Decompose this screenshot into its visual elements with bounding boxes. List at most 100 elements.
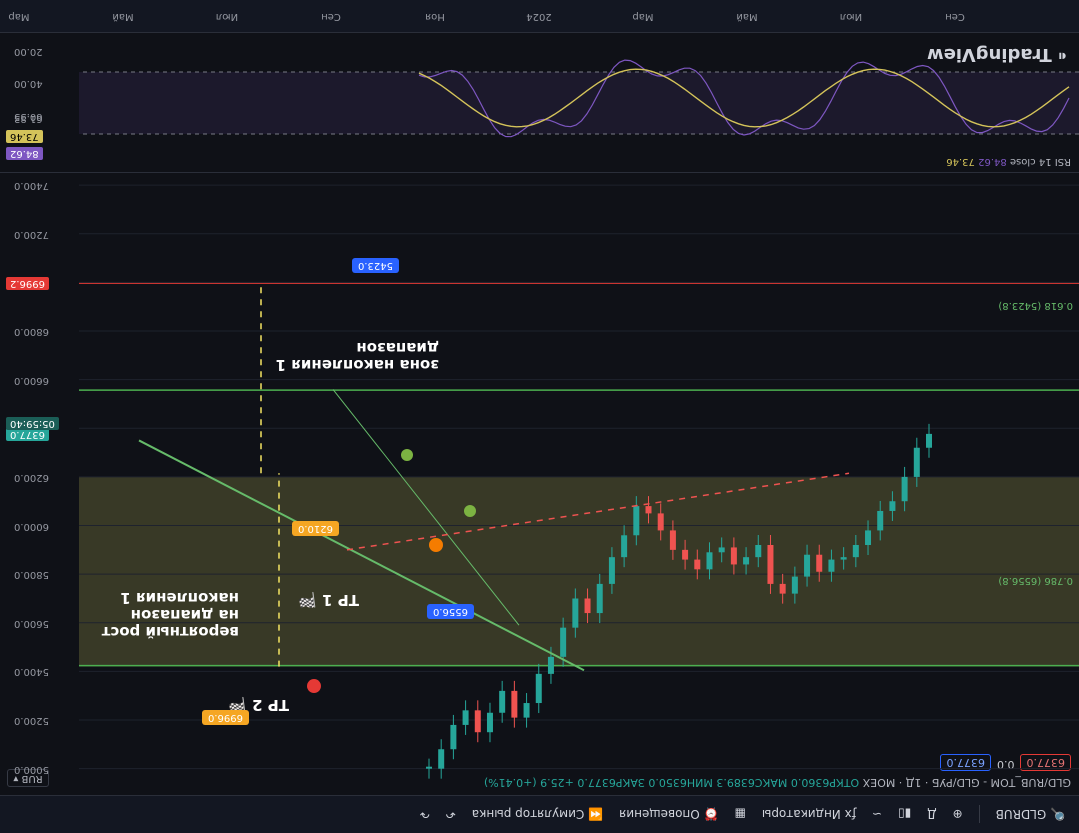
red-dot <box>307 679 321 694</box>
target-price-tag: 6996.2 <box>6 277 49 291</box>
candle-body-8 <box>523 703 530 718</box>
price-tick-3: 5600.0 <box>14 617 49 629</box>
rsi-tick-1: 40.00 <box>14 78 43 89</box>
redo-icon[interactable]: ↷ <box>420 808 430 822</box>
time-label-7: Май <box>736 11 758 22</box>
candle-body-39 <box>901 476 908 502</box>
growth-line-1: вероятный рост <box>101 623 239 641</box>
add-symbol-icon[interactable]: ⊕ <box>953 808 963 822</box>
rsi-tick-4: 73.46 <box>6 129 43 143</box>
tp1-note: TP 1 🏁 <box>298 591 359 609</box>
candle-body-36 <box>865 530 872 545</box>
layout-icon[interactable]: ▦ <box>735 808 746 822</box>
label-6996[interactable]: 6996.0 <box>202 710 249 725</box>
green-dot-2 <box>401 449 413 462</box>
label-5423[interactable]: 5423.0 <box>352 258 399 273</box>
time-label-6: Мар <box>632 11 654 22</box>
divider <box>978 805 980 824</box>
replay-button[interactable]: ⏪ Симулятор рынка <box>472 808 603 822</box>
indicators-button[interactable]: ƒx Индикаторы <box>762 808 856 822</box>
tradingview-logo: ⁌ TradingView <box>927 44 1067 65</box>
price-tick-9: 6800.0 <box>14 326 49 338</box>
price-tick-0: 5000.0 <box>14 763 49 775</box>
rsi-title: RSI 14 close <box>1009 156 1071 167</box>
replay-label: Симулятор рынка <box>471 807 585 822</box>
rsi-axis: 20.00 40.00 60.35 61.83 73.46 84.62 <box>0 33 79 173</box>
price-tick-11: 7200.0 <box>14 228 49 240</box>
candle-body-26 <box>743 557 750 565</box>
price-tick-6: 6200.0 <box>14 471 49 483</box>
screen: 🔍 GLDRUB ⊕ Д ▮▯ ∽ ƒx Индикаторы ▦ ⏰ Опов… <box>0 0 1079 833</box>
candle-body-14 <box>596 583 603 614</box>
candle-body-7 <box>511 690 518 718</box>
candle-body-33 <box>828 559 835 572</box>
indicators-label: Индикаторы <box>761 807 841 822</box>
level-lines <box>79 184 1079 770</box>
rsi-pane[interactable] <box>0 32 1079 173</box>
label-6556[interactable]: 6556.0 <box>427 604 474 619</box>
rsi-tick-0: 20.00 <box>14 46 43 57</box>
time-label-3: Сен <box>321 11 341 22</box>
price-tick-2: 5400.0 <box>14 666 49 678</box>
price-tick-8: 6600.0 <box>14 374 49 386</box>
rsi-tick-3: 61.83 <box>14 112 43 124</box>
candle-body-12 <box>572 598 579 628</box>
rsi-value-2: 73.46 <box>946 156 975 167</box>
undo-icon[interactable]: ↶ <box>446 808 456 822</box>
time-label-2: Июл <box>215 11 239 22</box>
tp1-text: TP 1 🏁 <box>298 591 359 609</box>
candle-body-21 <box>682 549 689 560</box>
interval-button[interactable]: Д <box>927 808 936 822</box>
flipped-view: 🔍 GLDRUB ⊕ Д ▮▯ ∽ ƒx Индикаторы ▦ ⏰ Опов… <box>0 0 1079 833</box>
growth-note: вероятный рост на диапазон накопления 1 <box>101 589 239 641</box>
price-axis[interactable]: 5000.0 5200.0 5400.0 5600.0 5800.0 6000.0 6200… <box>0 173 79 793</box>
candle-body-40 <box>913 447 920 477</box>
candle-body-25 <box>730 547 737 565</box>
candle-body-18 <box>645 506 652 514</box>
candle-body-13 <box>584 598 591 614</box>
zone-note: зона накопления 1 диапазон <box>276 339 439 374</box>
orange-dot <box>429 538 443 552</box>
candle-body-31 <box>804 554 811 577</box>
candle-body-17 <box>633 506 640 536</box>
zone-line-2: диапазон <box>356 339 439 357</box>
rsi-tick-5: 84.62 <box>6 147 43 161</box>
time-label-8: Июл <box>839 11 863 22</box>
price-tick-5: 6000.0 <box>14 520 49 532</box>
candle-body-37 <box>877 510 884 531</box>
candle-body-24 <box>718 547 725 553</box>
label-6210[interactable]: 6210.0 <box>292 521 339 536</box>
rsi-band <box>79 72 1079 134</box>
price-tick-4: 5800.0 <box>14 569 49 581</box>
candle-body-3 <box>462 710 469 725</box>
candle-body-38 <box>889 501 896 511</box>
candle-body-29 <box>779 583 786 594</box>
candle-body-41 <box>926 433 932 448</box>
candle-body-4 <box>474 710 481 733</box>
candle-body-27 <box>755 545 762 558</box>
alerts-button[interactable]: ⏰ Оповещения <box>619 808 718 822</box>
candle-body-28 <box>767 545 774 584</box>
symbol-search[interactable]: 🔍 GLDRUB <box>996 808 1065 822</box>
chart-type-icon[interactable]: ▮▯ <box>898 808 911 822</box>
candle-body-23 <box>706 552 713 570</box>
candle-body-32 <box>816 554 823 572</box>
price-tick-12: 7400.0 <box>14 180 49 192</box>
compare-icon[interactable]: ∽ <box>872 808 882 822</box>
fib-786-label: 0.786 (6556.8) <box>998 575 1073 586</box>
candle-body-1 <box>438 749 445 769</box>
time-axis[interactable]: Мар Май Июл Сен Ноя 2024 Мар Май Июл Сен <box>0 0 1079 33</box>
time-label-0: Мар <box>8 11 30 22</box>
candle-body-6 <box>499 690 506 713</box>
top-toolbar: 🔍 GLDRUB ⊕ Д ▮▯ ∽ ƒx Индикаторы ▦ ⏰ Опов… <box>0 795 1079 833</box>
time-label-9: Сен <box>945 11 965 22</box>
countdown-tag: 05:59:40 <box>6 417 59 431</box>
candle-body-19 <box>657 513 664 531</box>
candle-body-34 <box>840 557 847 560</box>
green-dot-1 <box>464 504 476 517</box>
fib-618-label: 0.618 (5423.8) <box>998 300 1073 311</box>
logo-text: TradingView <box>927 44 1052 65</box>
candle-body-16 <box>621 535 628 558</box>
alerts-label: Оповещения <box>619 807 700 822</box>
candle-body-11 <box>560 627 567 657</box>
